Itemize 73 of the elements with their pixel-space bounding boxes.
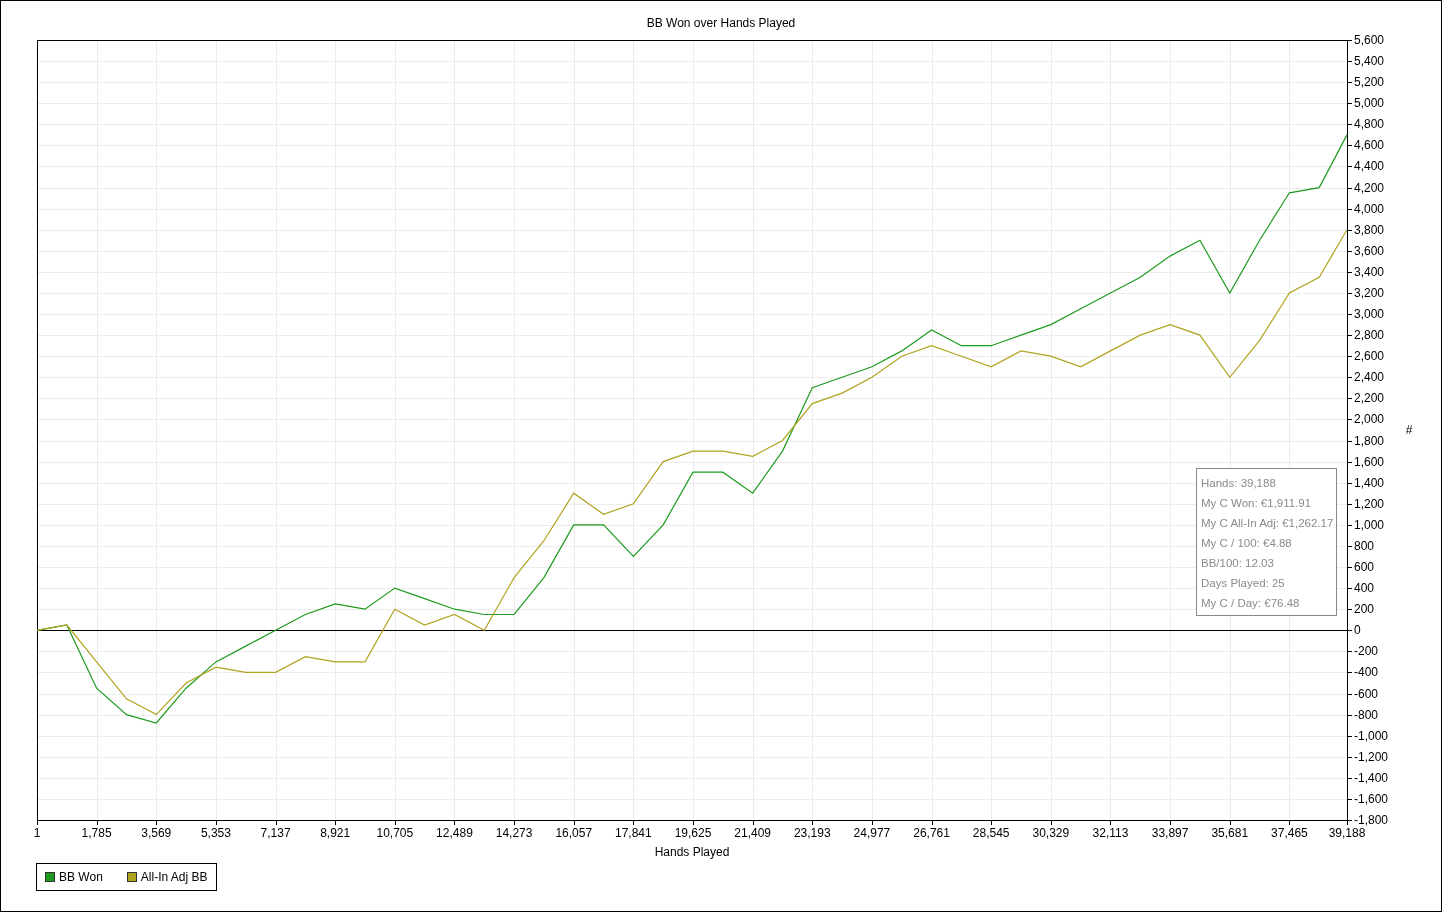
y-tick-label: 1,800 — [1354, 433, 1385, 448]
y-tick-label: -600 — [1354, 686, 1379, 701]
y-tick-label: 0 — [1354, 623, 1361, 638]
y-tick-label: -1,600 — [1354, 791, 1389, 806]
x-tick-label: 16,057 — [555, 826, 593, 840]
x-tick-label: 33,897 — [1151, 826, 1189, 840]
x-tick-label: 23,193 — [793, 826, 831, 840]
y-tick-label: 3,800 — [1354, 222, 1385, 237]
x-axis-title: Hands Played — [654, 845, 730, 859]
y-tick-label: 4,400 — [1354, 159, 1385, 174]
y-tick-label: 3,000 — [1354, 307, 1385, 322]
x-tick-label: 35,681 — [1211, 826, 1249, 840]
legend-label: BB Won — [59, 870, 103, 884]
y-tick-label: 2,000 — [1354, 412, 1385, 427]
y-tick-label: 2,800 — [1354, 328, 1385, 343]
x-tick-label: 3,569 — [141, 826, 172, 840]
x-tick-label: 28,545 — [972, 826, 1010, 840]
x-tick-label: 1,785 — [81, 826, 112, 840]
x-tick-label: 21,409 — [734, 826, 771, 840]
x-tick-label: 10,705 — [376, 826, 414, 840]
stat-text: My C Won: €1,911.91 — [1201, 496, 1313, 511]
y-tick-label: 3,200 — [1354, 285, 1385, 300]
chart-title: BB Won over Hands Played — [646, 16, 796, 30]
y-tick-label: 5,400 — [1354, 54, 1385, 69]
y-tick-label: 600 — [1354, 560, 1375, 575]
stat-text: BB/100: 12.03 — [1201, 556, 1275, 571]
y-tick-label: 1,400 — [1354, 475, 1385, 490]
y-tick-label: 1,200 — [1354, 496, 1385, 511]
y-tick-label: 4,600 — [1354, 138, 1385, 153]
x-tick-label: 32,113 — [1092, 826, 1129, 840]
x-tick-label: 7,137 — [260, 826, 291, 840]
y-tick-label: 4,800 — [1354, 117, 1385, 132]
y-tick-label: 2,600 — [1354, 349, 1385, 364]
stat-text: My C / Day: €76.48 — [1201, 596, 1301, 611]
legend-label: All-In Adj BB — [140, 870, 208, 884]
y-tick-label: 3,600 — [1354, 243, 1385, 258]
y-tick-label: -1,800 — [1354, 813, 1389, 827]
x-tick-label: 5,353 — [200, 826, 231, 840]
y-tick-label: 200 — [1354, 602, 1375, 617]
y-tick-label: -200 — [1354, 644, 1379, 659]
y-tick-label: 5,600 — [1354, 33, 1385, 47]
y-tick-label: -800 — [1354, 707, 1379, 722]
y-tick-label: 800 — [1354, 538, 1375, 553]
y-tick-label: 1,000 — [1354, 517, 1385, 532]
x-tick-label: 1 — [33, 826, 41, 840]
stat-text: My C All-In Adj: €1,262.17 — [1201, 516, 1335, 531]
x-tick-label: 39,188 — [1328, 826, 1366, 840]
x-tick-label: 24,977 — [853, 826, 891, 840]
y-tick-label: 2,400 — [1354, 370, 1385, 385]
y-tick-label: 2,200 — [1354, 391, 1385, 406]
x-tick-label: 8,921 — [320, 826, 351, 840]
y-tick-label: 1,600 — [1354, 454, 1385, 469]
y-tick-label: 3,400 — [1354, 264, 1385, 279]
y-tick-label: 400 — [1354, 581, 1375, 596]
stat-text: Days Played: 25 — [1201, 576, 1286, 591]
y-axis-title: # — [1405, 423, 1413, 437]
y-tick-label: -1,400 — [1354, 770, 1389, 785]
y-tick-label: -400 — [1354, 665, 1379, 680]
stat-text: Hands: 39,188 — [1201, 476, 1277, 491]
y-tick-label: -1,200 — [1354, 749, 1389, 764]
stat-text: My C / 100: €4.88 — [1201, 536, 1293, 551]
y-tick-label: 4,000 — [1354, 201, 1385, 216]
x-tick-label: 37,465 — [1271, 826, 1308, 840]
x-tick-label: 12,489 — [436, 826, 473, 840]
y-tick-label: 5,000 — [1354, 96, 1385, 111]
x-tick-label: 30,329 — [1032, 826, 1070, 840]
x-tick-label: 14,273 — [495, 826, 533, 840]
y-tick-label: -1,000 — [1354, 728, 1389, 743]
x-tick-label: 26,761 — [913, 826, 950, 840]
y-tick-label: 4,200 — [1354, 180, 1385, 195]
y-tick-label: 5,200 — [1354, 75, 1385, 90]
x-tick-label: 19,625 — [674, 826, 712, 840]
x-tick-label: 17,841 — [615, 826, 652, 840]
